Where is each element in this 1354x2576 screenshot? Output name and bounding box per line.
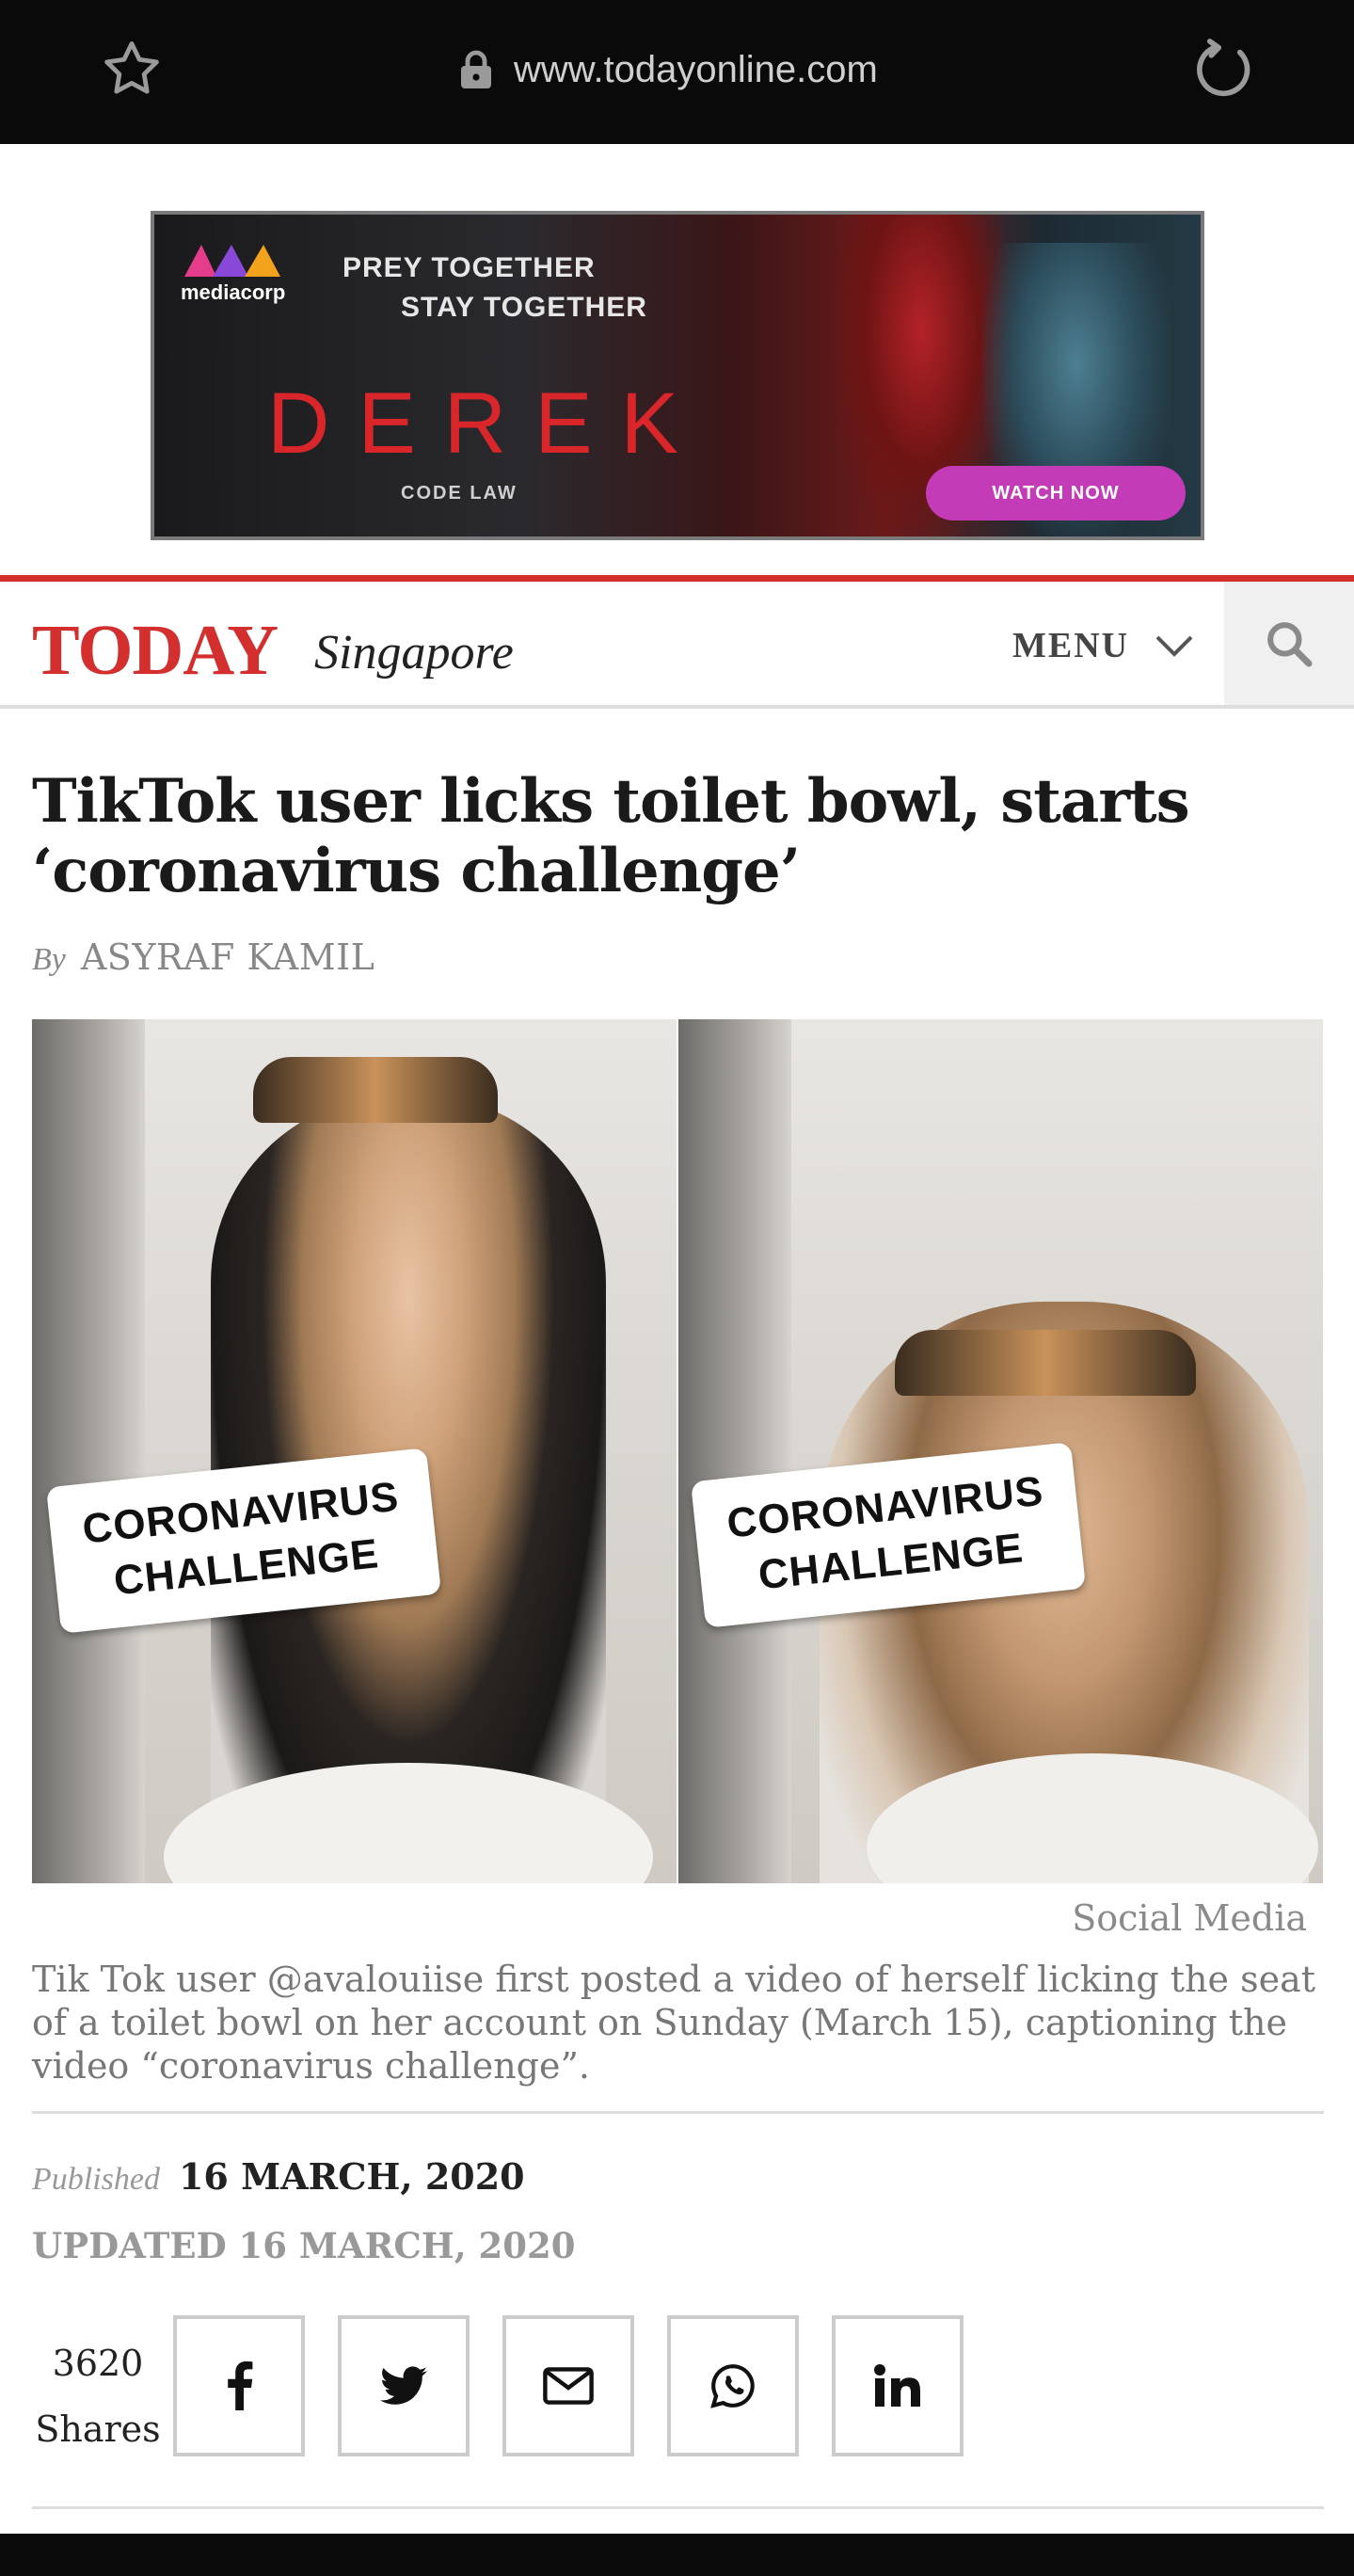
image-credit: Social Media	[1072, 1897, 1307, 1939]
image-wall	[32, 1019, 145, 1883]
published-line: Published 16 MARCH, 2020	[32, 2155, 525, 2198]
byline: By ASYRAF KAMIL	[32, 936, 374, 978]
chevron-down-icon	[1155, 635, 1193, 657]
ad-title: DEREK	[267, 376, 707, 472]
share-count-number: 3620	[52, 2343, 144, 2384]
search-button[interactable]	[1224, 582, 1354, 705]
browser-toolbar: www.todayonline.com	[0, 0, 1354, 144]
site-header: TODAY Singapore MENU	[0, 575, 1354, 709]
share-email-button[interactable]	[502, 2315, 634, 2456]
article-headline: TikTok user licks toilet bowl, starts ‘c…	[32, 766, 1190, 906]
mediacorp-logo	[184, 245, 280, 277]
ad-subtitle: CODE LAW	[401, 483, 518, 504]
ad-banner[interactable]: mediacorp PREY TOGETHER STAY TOGETHER DE…	[151, 211, 1204, 540]
facebook-icon	[228, 2361, 253, 2410]
reload-icon[interactable]	[1187, 34, 1259, 105]
image-visor	[253, 1057, 498, 1123]
image-panel-left: CORONAVIRUS CHALLENGE	[32, 1019, 677, 1883]
ad-watch-now-button[interactable]: WATCH NOW	[926, 466, 1186, 520]
article-hero-image: CORONAVIRUS CHALLENGE CORONAVIRUS CHALLE…	[32, 1019, 1324, 1883]
bottom-bar	[0, 2534, 1354, 2576]
ad-area: mediacorp PREY TOGETHER STAY TOGETHER DE…	[0, 144, 1354, 575]
url-text[interactable]: www.todayonline.com	[514, 49, 878, 91]
byline-prefix: By	[32, 942, 66, 977]
ad-tagline-1: PREY TOGETHER	[342, 252, 596, 283]
address-bar[interactable]: www.todayonline.com	[459, 41, 878, 98]
twitter-icon	[380, 2366, 427, 2405]
whatsapp-icon	[710, 2364, 755, 2408]
email-icon	[543, 2367, 594, 2405]
author-name[interactable]: ASYRAF KAMIL	[81, 936, 375, 978]
menu-label: MENU	[1012, 626, 1130, 665]
image-visor	[895, 1330, 1196, 1396]
star-icon[interactable]	[98, 36, 166, 104]
published-date: 16 MARCH, 2020	[178, 2155, 525, 2198]
ad-tagline-2: STAY TOGETHER	[401, 292, 647, 323]
edition-label[interactable]: Singapore	[314, 625, 514, 680]
image-caption: Tik Tok user @avalouiise first posted a …	[32, 1959, 1316, 2087]
share-linkedin-button[interactable]	[832, 2315, 964, 2456]
lock-icon	[461, 50, 491, 88]
published-label: Published	[32, 2162, 160, 2197]
divider	[32, 2506, 1324, 2509]
share-whatsapp-button[interactable]	[667, 2315, 799, 2456]
ad-brand: mediacorp	[181, 280, 286, 304]
divider	[32, 2111, 1324, 2114]
image-wall	[678, 1019, 791, 1883]
search-icon	[1267, 621, 1313, 666]
site-logo[interactable]: TODAY	[32, 610, 279, 692]
linkedin-icon	[874, 2364, 920, 2407]
image-panel-right: CORONAVIRUS CHALLENGE	[678, 1019, 1323, 1883]
share-count: 3620 Shares	[32, 2330, 164, 2462]
share-facebook-button[interactable]	[173, 2315, 305, 2456]
updated-date: UPDATED 16 MARCH, 2020	[32, 2225, 576, 2266]
share-twitter-button[interactable]	[338, 2315, 470, 2456]
share-count-label: Shares	[35, 2408, 161, 2450]
menu-button[interactable]: MENU	[1012, 625, 1195, 666]
